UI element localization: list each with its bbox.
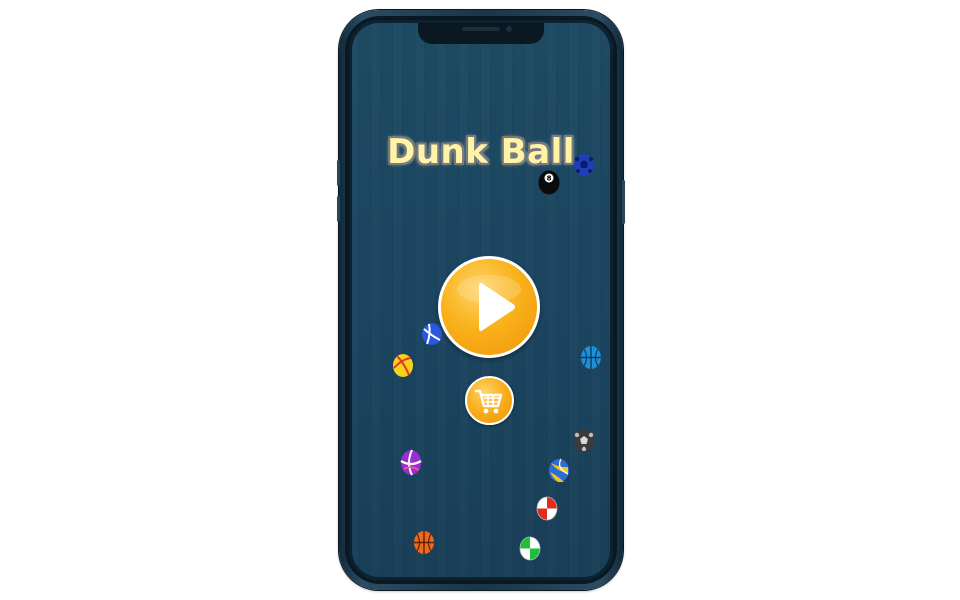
beach-ball-icon bbox=[536, 496, 558, 521]
volleyball-icon bbox=[548, 458, 570, 483]
volleyball-icon bbox=[421, 322, 443, 346]
billiard-eight-ball-icon: 8 bbox=[538, 170, 560, 195]
play-icon bbox=[457, 275, 521, 332]
game-screen[interactable]: Dunk Ball 8 bbox=[349, 20, 613, 580]
basketball-icon bbox=[413, 530, 435, 555]
front-camera bbox=[506, 26, 512, 32]
beach-ball-icon bbox=[392, 353, 414, 378]
volume-down-button bbox=[337, 196, 340, 222]
beach-ball-icon bbox=[519, 536, 541, 561]
screen-bottom-edge bbox=[349, 576, 613, 580]
soccer-ball-icon bbox=[573, 428, 595, 453]
basketball-icon bbox=[580, 345, 602, 370]
phone-frame: Dunk Ball 8 bbox=[337, 10, 625, 590]
shop-button[interactable] bbox=[465, 376, 514, 425]
phone-notch bbox=[418, 20, 544, 44]
stage: Dunk Ball 8 bbox=[0, 0, 960, 600]
eight-ball-label: 8 bbox=[547, 175, 552, 183]
play-button[interactable] bbox=[438, 256, 540, 358]
soccer-ball-icon bbox=[573, 153, 595, 177]
volume-up-button bbox=[337, 160, 340, 186]
power-button bbox=[622, 180, 625, 224]
speaker-grille bbox=[462, 27, 500, 31]
beach-ball-icon bbox=[400, 449, 422, 476]
shopping-cart-icon bbox=[474, 389, 503, 414]
